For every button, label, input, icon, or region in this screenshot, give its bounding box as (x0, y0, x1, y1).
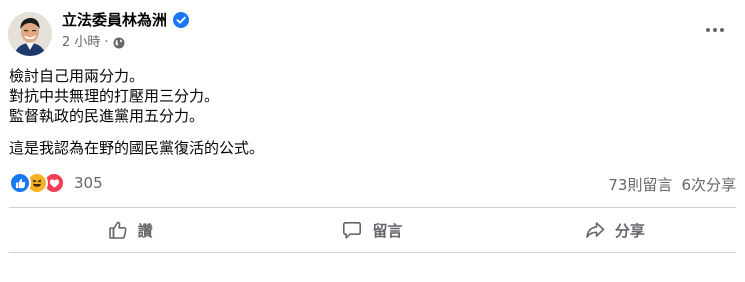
share-count[interactable]: 6次分享 (681, 174, 736, 195)
comment-button-label: 留言 (372, 221, 403, 240)
share-button[interactable]: 分享 (494, 209, 736, 251)
author-name-row: 立法委員林為洲 (62, 10, 190, 30)
more-options-icon[interactable] (703, 18, 727, 42)
post-line: 監督執政的民進黨用五分力。 (9, 107, 205, 125)
comment-icon (343, 222, 362, 239)
post-body: 檢討自己用兩分力。 對抗中共無理的打壓用三分力。 監督執政的民進黨用五分力。 這… (9, 66, 729, 158)
action-bar: 讚 留言 分享 (9, 209, 736, 251)
author-avatar[interactable] (8, 12, 52, 56)
post-line: 對抗中共無理的打壓用三分力。 (9, 87, 220, 105)
engagement-counts: 73則留言 6次分享 (608, 174, 736, 195)
share-arrow-icon (586, 222, 605, 238)
divider (9, 207, 736, 208)
avatar-photo (8, 12, 52, 56)
like-button[interactable]: 讚 (9, 209, 251, 251)
post-meta: 2 小時 · (62, 34, 125, 52)
author-name[interactable]: 立法委員林為洲 (62, 10, 167, 30)
reaction-count[interactable]: 305 (74, 174, 103, 192)
post-line: 檢討自己用兩分力。 (9, 67, 145, 85)
like-icon (9, 172, 31, 194)
post-timestamp[interactable]: 2 小時 (62, 34, 100, 52)
verified-badge-icon (173, 12, 190, 28)
like-button-label: 讚 (137, 221, 153, 240)
thumbs-up-icon (108, 221, 127, 239)
meta-separator: · (104, 35, 109, 50)
globe-icon[interactable] (113, 37, 125, 49)
post-closing-line: 這是我認為在野的國民黨復活的公式。 (9, 139, 265, 157)
comment-count[interactable]: 73則留言 (608, 174, 672, 195)
comment-button[interactable]: 留言 (251, 209, 493, 251)
reactions-summary[interactable]: 305 (9, 172, 103, 194)
divider (9, 252, 736, 253)
share-button-label: 分享 (614, 221, 645, 240)
